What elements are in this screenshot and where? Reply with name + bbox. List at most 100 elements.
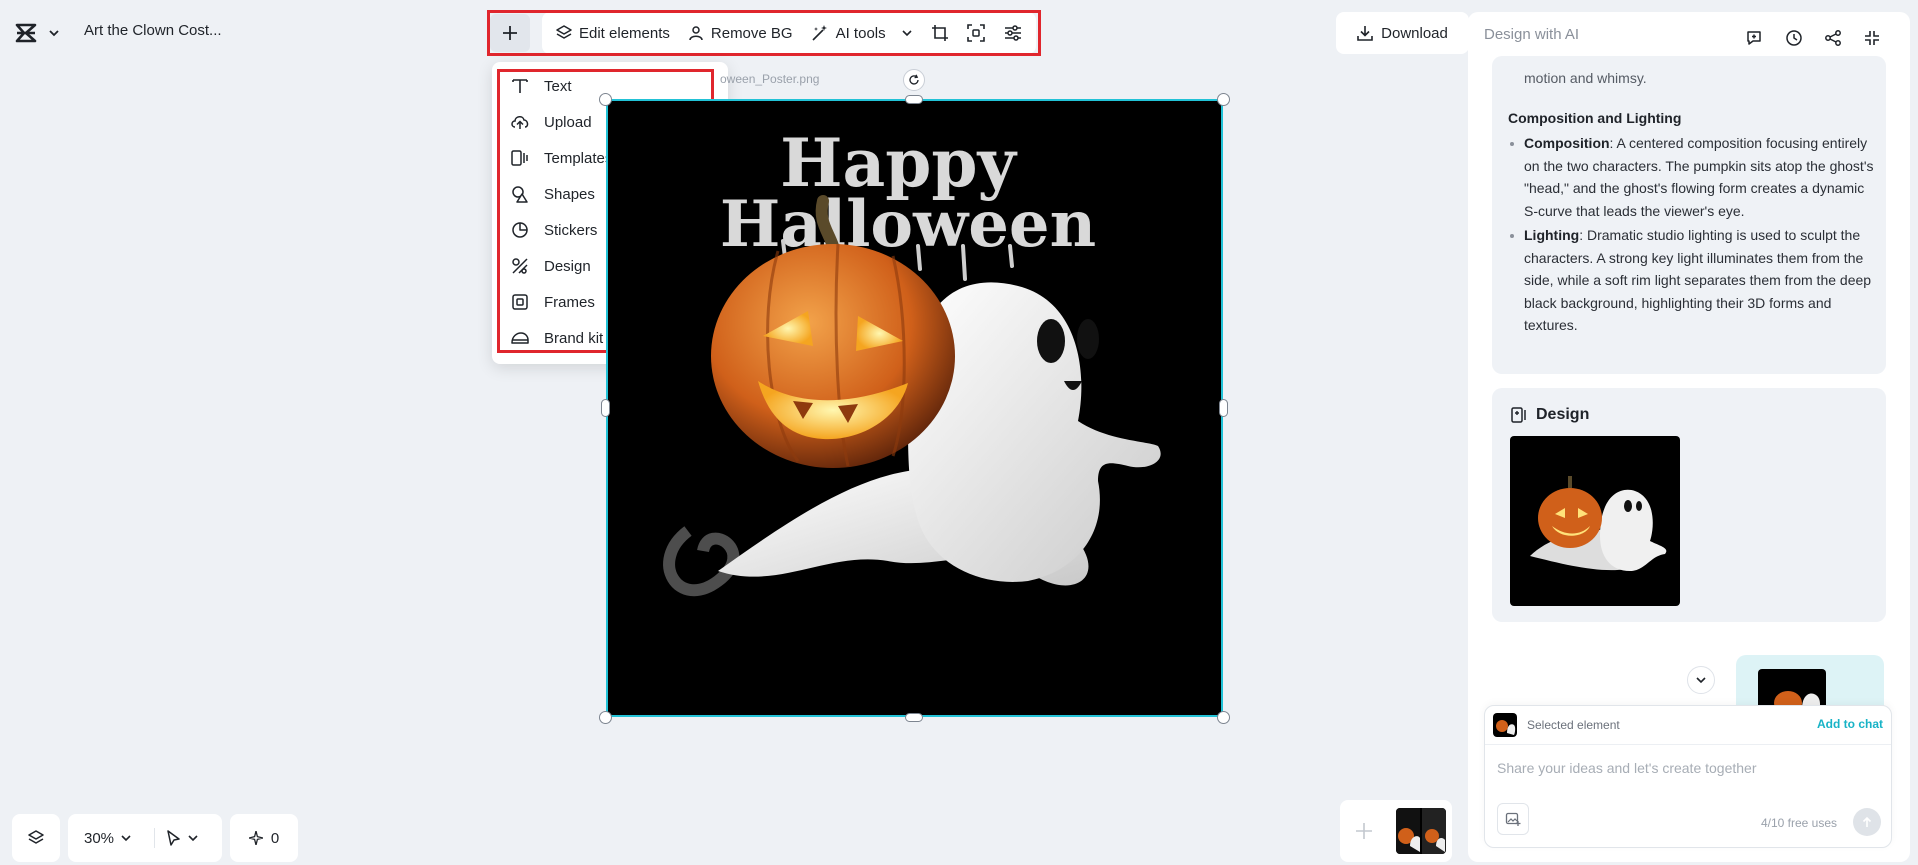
history-button[interactable] [1780,24,1808,52]
resize-handle-bottom-right[interactable] [1217,711,1230,724]
bullet-term: Lighting [1524,227,1580,243]
resize-handle-left[interactable] [601,399,610,417]
page-thumbnail[interactable] [1396,808,1446,854]
crop-button[interactable] [923,17,957,49]
scan-button[interactable] [959,17,993,49]
send-button[interactable] [1853,808,1881,836]
poster-title-line2: Halloween [720,187,1096,262]
document-title[interactable]: Art the Clown Cost... [84,22,222,39]
design-result-card: Design [1492,388,1886,622]
selected-element-label: Selected element [1527,718,1620,732]
design-thumbnail[interactable] [1510,436,1680,606]
share-button[interactable] [1819,24,1847,52]
prompt-input[interactable] [1497,756,1877,780]
stickers-icon [512,222,528,238]
add-to-chat-link[interactable]: Add to chat [1817,717,1883,731]
crop-icon [931,25,948,41]
arrow-up-icon [1862,816,1872,827]
chevron-down-icon [188,835,198,842]
zoom-and-pointer-controls: 30% [68,814,222,862]
design-card-header: Design [1510,406,1589,424]
layers-button[interactable] [12,814,60,862]
resize-handle-bottom[interactable] [905,713,923,722]
edit-toolbar: Edit elements Remove BG AI tools [542,12,1036,54]
rotate-handle[interactable] [903,69,925,91]
plus-icon [1356,823,1372,839]
new-chat-icon [1747,31,1761,45]
free-uses-counter: 4/10 free uses [1760,816,1837,830]
edit-elements-button[interactable]: Edit elements [548,17,678,49]
menu-item-label: Design [544,257,591,275]
list-item: Lighting: Dramatic studio lighting is us… [1510,224,1876,337]
image-add-icon [1505,812,1521,826]
prompt-bullet-list: Composition: A centered composition focu… [1510,132,1876,339]
attach-image-button[interactable] [1497,803,1529,835]
credits-button[interactable]: 0 [230,814,298,862]
person-icon [689,26,703,41]
shapes-icon [512,186,528,203]
resize-handle-right[interactable] [1219,399,1228,417]
brand-kit-icon [511,332,529,344]
sliders-icon [1004,25,1021,41]
page-thumbnail-image [1396,808,1446,854]
resize-handle-top-right[interactable] [1217,93,1230,106]
history-icon [1786,30,1802,46]
download-label: Download [1381,24,1448,42]
collapse-panel-button[interactable] [1858,24,1886,52]
selected-element-thumbnail [1493,713,1517,737]
menu-item-label: Text [544,77,572,95]
resize-handle-top-left[interactable] [599,93,612,106]
add-page-button[interactable] [1348,814,1380,848]
add-element-button[interactable] [490,14,530,52]
menu-item-label: Templates [544,149,613,167]
edit-elements-label: Edit elements [579,24,670,42]
rotate-icon [909,74,919,85]
layers-icon [28,830,44,844]
remove-bg-button[interactable]: Remove BG [680,17,801,49]
file-name-label: oween_Poster.png [720,72,820,86]
design-thumbnail-image [1530,476,1667,571]
menu-item-label: Stickers [544,221,598,239]
chevron-down-icon [49,30,59,37]
chevron-down-icon [1696,677,1706,684]
pointer-icon [167,830,180,846]
ai-tools-button[interactable]: AI tools [803,17,921,49]
halloween-poster-image: Happy Halloween [663,124,1161,597]
panel-title: Design with AI [1484,26,1580,43]
capcut-logo-icon [15,23,37,43]
download-button[interactable]: Download [1336,12,1469,54]
pointer-tool-dropdown[interactable] [165,830,199,846]
layers-icon [556,25,572,39]
text-icon [512,79,528,93]
download-icon [1357,26,1373,41]
credits-count: 0 [270,829,280,847]
chevron-down-icon [121,835,131,842]
app-menu[interactable] [14,18,70,48]
canvas-artboard[interactable]: Happy Halloween [606,99,1223,717]
adjust-button[interactable] [996,17,1030,49]
prompt-lead-text: motion and whimsy. [1524,70,1647,86]
section-heading: Composition and Lighting [1508,110,1682,126]
sparkle-icon [248,831,263,845]
collapse-icon [1865,31,1879,45]
control-divider [154,828,155,848]
plus-icon [503,26,517,40]
upload-icon [511,116,529,129]
selected-element-chip: Selected element [1493,713,1620,737]
frames-icon [512,294,528,310]
composer-divider [1485,744,1891,745]
new-chat-button[interactable] [1740,24,1768,52]
menu-item-label: Brand kit [544,329,604,347]
bullet-term: Composition [1524,135,1610,151]
menu-item-label: Shapes [544,185,595,203]
menu-item-label: Upload [544,113,592,131]
pages-panel [1340,800,1452,862]
magic-wand-icon [812,25,827,41]
remove-bg-label: Remove BG [710,24,793,42]
zoom-dropdown[interactable]: 30% [68,830,146,847]
selected-element-image [1496,720,1516,735]
scroll-down-button[interactable] [1687,666,1715,694]
resize-handle-top[interactable] [905,95,923,104]
resize-handle-bottom-left[interactable] [599,711,612,724]
chat-composer: Selected element Add to chat 4/10 free u… [1484,705,1892,848]
